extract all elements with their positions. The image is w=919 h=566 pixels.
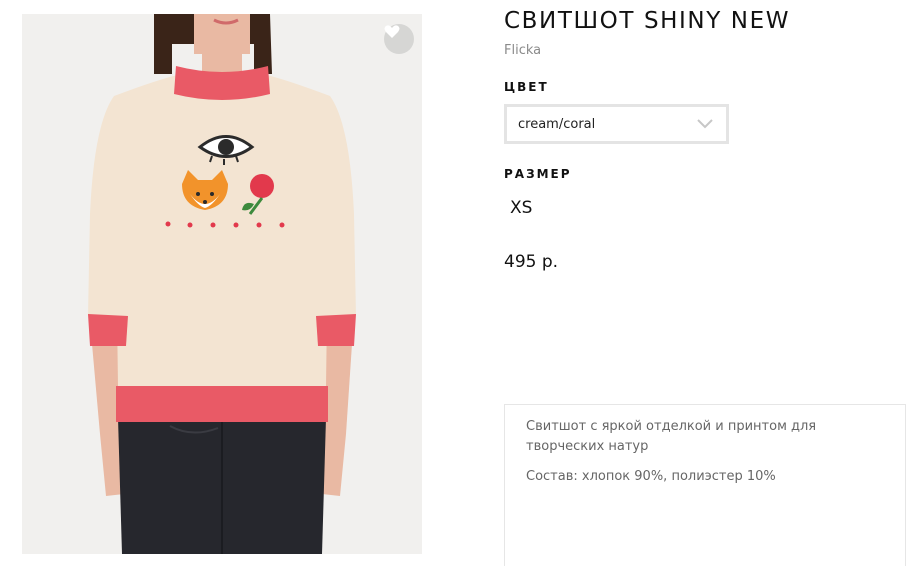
product-description: Свитшот с яркой отделкой и принтом для т… (504, 404, 906, 566)
product-price: 495 р. (504, 252, 559, 272)
favorite-button[interactable] (384, 24, 414, 54)
product-image[interactable] (22, 14, 422, 554)
size-option-xs[interactable]: XS (510, 198, 532, 218)
heart-icon (384, 25, 400, 38)
color-label: ЦВЕТ (504, 80, 549, 94)
description-text: Свитшот с яркой отделкой и принтом для т… (526, 419, 817, 454)
color-select-value: cream/coral (518, 116, 596, 132)
size-label: РАЗМЕР (504, 167, 572, 181)
product-title: СВИТШОТ SHINY NEW (504, 8, 791, 34)
color-select[interactable]: cream/coral (504, 104, 729, 144)
chevron-down-icon (697, 119, 713, 129)
model-photo (22, 14, 422, 554)
product-brand[interactable]: Flicka (504, 43, 541, 58)
composition-text: Состав: хлопок 90%, полиэстер 10% (526, 469, 776, 484)
